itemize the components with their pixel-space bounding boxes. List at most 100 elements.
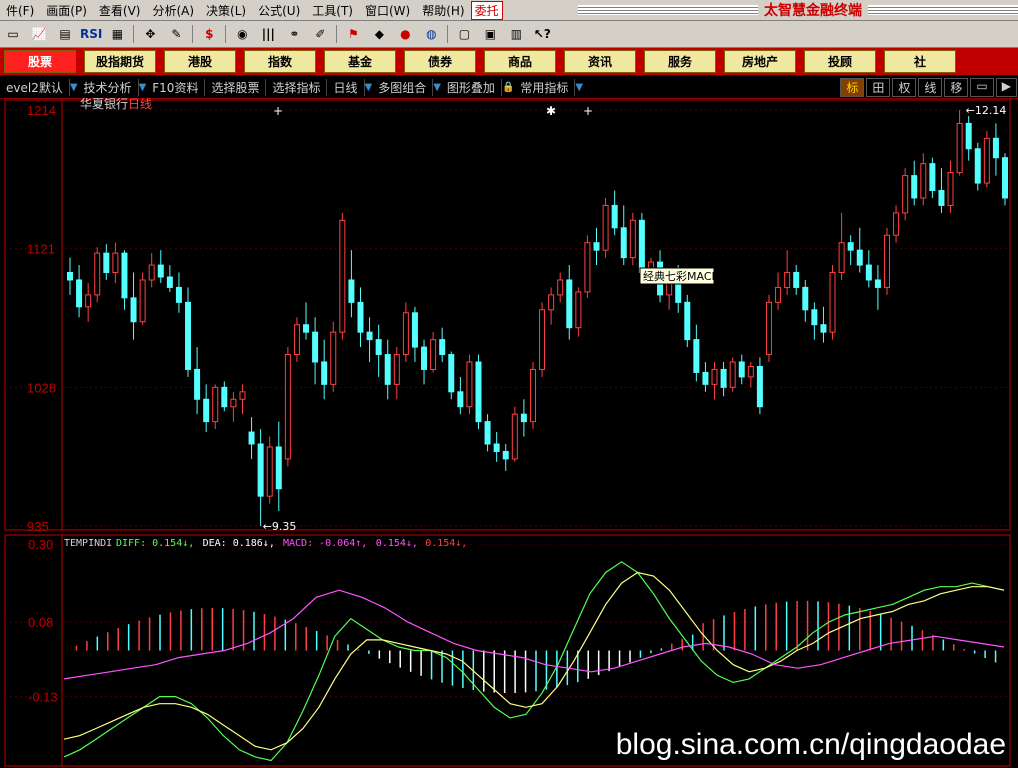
mode-grid[interactable]: 田 bbox=[866, 77, 891, 97]
help-cursor-icon[interactable]: ↖? bbox=[531, 24, 553, 44]
nav-button[interactable]: 服务 bbox=[644, 50, 716, 73]
sub-common-dropdown-icon[interactable]: ▼ bbox=[575, 82, 583, 93]
mode-move[interactable]: 移 bbox=[944, 77, 969, 97]
sub-f10[interactable]: F10资料 bbox=[146, 78, 206, 96]
candle-body bbox=[393, 354, 400, 385]
dollar-icon[interactable]: $ bbox=[198, 24, 220, 44]
candle-body bbox=[384, 354, 391, 385]
candle-body bbox=[720, 368, 727, 388]
sub-level2-dropdown-icon[interactable]: ▼ bbox=[70, 82, 78, 93]
books-icon[interactable]: ▥ bbox=[505, 24, 527, 44]
high-price-label: ←12.14 bbox=[966, 104, 1007, 117]
mode-mark[interactable]: 标 bbox=[840, 77, 865, 97]
nav-button[interactable]: 社 bbox=[884, 50, 956, 73]
nav-button[interactable]: 股指期货 bbox=[84, 50, 156, 73]
menu-formula[interactable]: 公式(U) bbox=[252, 2, 306, 19]
candle-body bbox=[366, 331, 373, 341]
chart-icon[interactable]: ▭ bbox=[2, 24, 24, 44]
candle-body bbox=[221, 386, 228, 408]
menu-view[interactable]: 查看(V) bbox=[93, 2, 147, 19]
candle-body bbox=[575, 291, 582, 329]
tape-icon[interactable]: ◉ bbox=[231, 24, 253, 44]
candle-body bbox=[239, 391, 246, 400]
nav-button[interactable]: 港股 bbox=[164, 50, 236, 73]
candle-body bbox=[539, 309, 546, 370]
candle-body bbox=[430, 339, 437, 370]
candle-body bbox=[829, 272, 836, 333]
candle-body bbox=[85, 294, 92, 308]
kline-icon[interactable]: 📈 bbox=[28, 24, 50, 44]
candle-body bbox=[330, 331, 337, 385]
candle-body bbox=[929, 163, 936, 192]
candle-body bbox=[974, 148, 981, 184]
candle-body bbox=[248, 431, 255, 445]
mode-rights[interactable]: 权 bbox=[892, 77, 917, 97]
sub-multi-dropdown-icon[interactable]: ▼ bbox=[433, 82, 441, 93]
sub-multi-chart[interactable]: 多图组合 bbox=[372, 78, 434, 96]
record-icon[interactable]: ● bbox=[394, 24, 416, 44]
nav-button[interactable]: 基金 bbox=[324, 50, 396, 73]
window-icon[interactable]: ▣ bbox=[479, 24, 501, 44]
sub-tech-dropdown-icon[interactable]: ▼ bbox=[139, 82, 147, 93]
candle-body bbox=[983, 137, 990, 184]
bars-icon[interactable]: ||| bbox=[257, 24, 279, 44]
pen-icon[interactable]: ✐ bbox=[309, 24, 331, 44]
menu-help[interactable]: 帮助(H) bbox=[416, 2, 470, 19]
ruler-icon[interactable]: ✎ bbox=[165, 24, 187, 44]
menu-trade[interactable]: 委托 bbox=[470, 0, 503, 20]
candle-body bbox=[103, 252, 110, 274]
toolbar-separator bbox=[192, 25, 194, 43]
menu-analysis[interactable]: 分析(A) bbox=[146, 2, 200, 19]
sub-daily[interactable]: 日线 bbox=[327, 78, 365, 96]
macd-legend-extra1: 0.154↓, bbox=[376, 538, 418, 549]
flag-icon[interactable]: ⚑ bbox=[342, 24, 364, 44]
diamond-icon[interactable]: ◆ bbox=[368, 24, 390, 44]
mode-line[interactable]: 线 bbox=[918, 77, 943, 97]
mode-play[interactable]: ▶ bbox=[995, 77, 1017, 97]
nav-button[interactable]: 债券 bbox=[404, 50, 476, 73]
candle-body bbox=[775, 286, 782, 303]
folder-icon[interactable]: ▢ bbox=[453, 24, 475, 44]
candle-body bbox=[756, 365, 763, 408]
candle-body bbox=[557, 279, 564, 296]
sub-level2[interactable]: evel2默认 bbox=[0, 78, 70, 96]
mode-window[interactable]: ▭ bbox=[970, 77, 994, 97]
menu-window[interactable]: 窗口(W) bbox=[359, 2, 416, 19]
candle-body bbox=[511, 413, 518, 460]
nav-button[interactable]: 股票 bbox=[4, 50, 76, 73]
sub-daily-dropdown-icon[interactable]: ▼ bbox=[365, 82, 373, 93]
sub-tech-analysis[interactable]: 技术分析 bbox=[78, 78, 139, 96]
nav-button[interactable]: 房地产 bbox=[724, 50, 796, 73]
minute-icon[interactable]: ▤ bbox=[54, 24, 76, 44]
nav-button[interactable]: 资讯 bbox=[564, 50, 636, 73]
candle-body bbox=[820, 324, 827, 333]
nav-button[interactable]: 指数 bbox=[244, 50, 316, 73]
macd-line-macd bbox=[63, 589, 1005, 680]
sub-select-stock[interactable]: 选择股票 bbox=[205, 78, 267, 96]
menu-decision[interactable]: 决策(L) bbox=[200, 2, 252, 19]
candle-body bbox=[838, 242, 845, 274]
menu-view-screen[interactable]: 画面(P) bbox=[40, 2, 93, 19]
candle-body bbox=[203, 398, 210, 423]
nav-button[interactable]: 投顾 bbox=[804, 50, 876, 73]
candle-body bbox=[357, 301, 364, 333]
candle-body bbox=[266, 446, 273, 497]
sub-overlay[interactable]: 图形叠加 bbox=[441, 78, 502, 96]
brand-title: 太智慧金融终端 bbox=[764, 3, 862, 19]
candle-body bbox=[439, 339, 446, 356]
binoculars-icon[interactable]: ⚭ bbox=[283, 24, 305, 44]
rsi-icon[interactable]: RSI bbox=[80, 24, 102, 44]
sub-common-indicator[interactable]: 常用指标 bbox=[514, 78, 576, 96]
toolbar: ▭ 📈 ▤ RSI ▦ ✥ ✎ $ ◉ ||| ⚭ ✐ ⚑ ◆ ● ◍ ▢ ▣ ▥ ↖? bbox=[0, 21, 1018, 48]
candle-body bbox=[493, 443, 500, 452]
grid-icon[interactable]: ▦ bbox=[106, 24, 128, 44]
disc-icon[interactable]: ◍ bbox=[420, 24, 442, 44]
menu-tools[interactable]: 工具(T) bbox=[306, 2, 359, 19]
sub-lock-icon[interactable]: 🔒 bbox=[502, 82, 514, 93]
nav-button[interactable]: 商品 bbox=[484, 50, 556, 73]
menu-file[interactable]: 件(F) bbox=[0, 2, 40, 19]
chart-area[interactable]: 1214 1121 1028 935 华夏银行 日线 ←12.14 ←9.35 + ✱ + 经典七彩M… bbox=[0, 98, 1018, 768]
sub-select-indicator[interactable]: 选择指标 bbox=[266, 78, 328, 96]
event-marker: + bbox=[273, 104, 283, 118]
crosshair-icon[interactable]: ✥ bbox=[139, 24, 161, 44]
